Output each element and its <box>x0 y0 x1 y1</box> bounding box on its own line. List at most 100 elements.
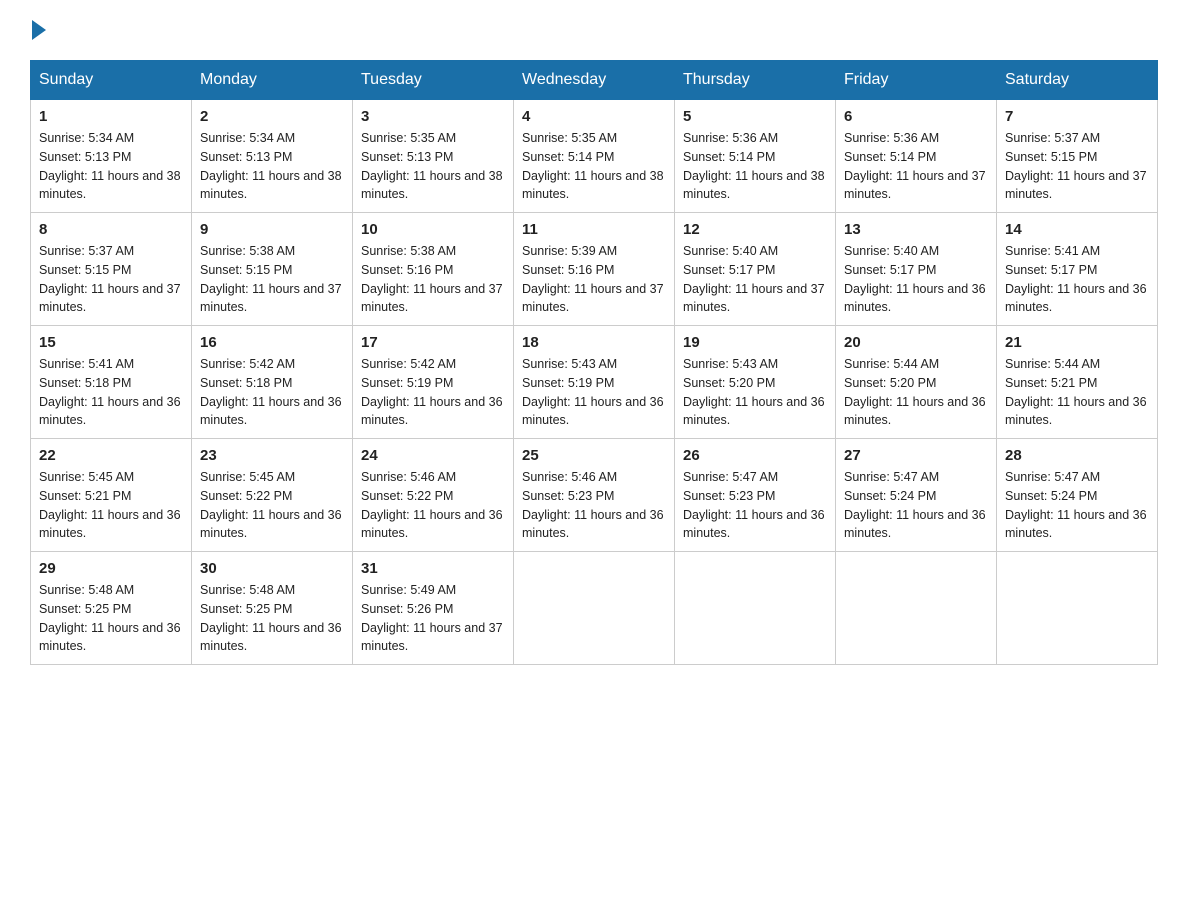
day-number: 3 <box>361 108 505 125</box>
day-info: Sunrise: 5:36 AM Sunset: 5:14 PM Dayligh… <box>844 129 988 204</box>
day-number: 6 <box>844 108 988 125</box>
day-info: Sunrise: 5:36 AM Sunset: 5:14 PM Dayligh… <box>683 129 827 204</box>
daylight-label: Daylight: <box>1005 169 1054 183</box>
day-info: Sunrise: 5:48 AM Sunset: 5:25 PM Dayligh… <box>39 581 183 656</box>
sunrise-label: Sunrise: <box>200 583 246 597</box>
sunset-label: Sunset: <box>844 150 886 164</box>
day-cell: 18 Sunrise: 5:43 AM Sunset: 5:19 PM Dayl… <box>514 326 675 439</box>
calendar-table: SundayMondayTuesdayWednesdayThursdayFrid… <box>30 60 1158 665</box>
daylight-label: Daylight: <box>361 395 410 409</box>
day-cell: 29 Sunrise: 5:48 AM Sunset: 5:25 PM Dayl… <box>31 552 192 665</box>
sunrise-label: Sunrise: <box>522 470 568 484</box>
sunset-label: Sunset: <box>844 263 886 277</box>
day-info: Sunrise: 5:34 AM Sunset: 5:13 PM Dayligh… <box>39 129 183 204</box>
sunset-label: Sunset: <box>522 150 564 164</box>
daylight-label: Daylight: <box>844 508 893 522</box>
day-number: 4 <box>522 108 666 125</box>
sunrise-label: Sunrise: <box>361 131 407 145</box>
day-cell: 22 Sunrise: 5:45 AM Sunset: 5:21 PM Dayl… <box>31 439 192 552</box>
sunset-label: Sunset: <box>1005 263 1047 277</box>
daylight-label: Daylight: <box>844 395 893 409</box>
daylight-label: Daylight: <box>39 169 88 183</box>
day-number: 22 <box>39 447 183 464</box>
sunrise-label: Sunrise: <box>200 244 246 258</box>
sunset-label: Sunset: <box>361 376 403 390</box>
sunset-label: Sunset: <box>844 376 886 390</box>
day-info: Sunrise: 5:40 AM Sunset: 5:17 PM Dayligh… <box>844 242 988 317</box>
day-info: Sunrise: 5:47 AM Sunset: 5:23 PM Dayligh… <box>683 468 827 543</box>
sunset-label: Sunset: <box>683 150 725 164</box>
daylight-label: Daylight: <box>844 282 893 296</box>
week-row-3: 15 Sunrise: 5:41 AM Sunset: 5:18 PM Dayl… <box>31 326 1158 439</box>
sunrise-label: Sunrise: <box>361 244 407 258</box>
sunrise-label: Sunrise: <box>522 244 568 258</box>
day-number: 16 <box>200 334 344 351</box>
day-cell: 10 Sunrise: 5:38 AM Sunset: 5:16 PM Dayl… <box>353 213 514 326</box>
sunset-label: Sunset: <box>200 376 242 390</box>
col-header-tuesday: Tuesday <box>353 61 514 100</box>
daylight-label: Daylight: <box>361 621 410 635</box>
logo-arrow-icon <box>32 20 46 40</box>
sunset-label: Sunset: <box>522 489 564 503</box>
col-header-wednesday: Wednesday <box>514 61 675 100</box>
col-header-monday: Monday <box>192 61 353 100</box>
daylight-label: Daylight: <box>683 169 732 183</box>
sunset-label: Sunset: <box>200 150 242 164</box>
day-info: Sunrise: 5:44 AM Sunset: 5:21 PM Dayligh… <box>1005 355 1149 430</box>
day-number: 5 <box>683 108 827 125</box>
sunrise-label: Sunrise: <box>361 357 407 371</box>
sunrise-label: Sunrise: <box>200 357 246 371</box>
sunrise-label: Sunrise: <box>522 131 568 145</box>
day-cell: 4 Sunrise: 5:35 AM Sunset: 5:14 PM Dayli… <box>514 100 675 213</box>
day-cell: 13 Sunrise: 5:40 AM Sunset: 5:17 PM Dayl… <box>836 213 997 326</box>
daylight-label: Daylight: <box>200 508 249 522</box>
day-number: 26 <box>683 447 827 464</box>
day-number: 10 <box>361 221 505 238</box>
daylight-label: Daylight: <box>522 508 571 522</box>
sunrise-label: Sunrise: <box>361 583 407 597</box>
day-info: Sunrise: 5:38 AM Sunset: 5:15 PM Dayligh… <box>200 242 344 317</box>
sunrise-label: Sunrise: <box>39 583 85 597</box>
calendar-header-row: SundayMondayTuesdayWednesdayThursdayFrid… <box>31 61 1158 100</box>
day-info: Sunrise: 5:46 AM Sunset: 5:22 PM Dayligh… <box>361 468 505 543</box>
sunset-label: Sunset: <box>39 150 81 164</box>
day-number: 13 <box>844 221 988 238</box>
day-cell <box>997 552 1158 665</box>
day-info: Sunrise: 5:43 AM Sunset: 5:20 PM Dayligh… <box>683 355 827 430</box>
sunrise-label: Sunrise: <box>361 470 407 484</box>
daylight-label: Daylight: <box>200 169 249 183</box>
logo <box>30 20 48 40</box>
sunrise-label: Sunrise: <box>683 357 729 371</box>
day-cell: 28 Sunrise: 5:47 AM Sunset: 5:24 PM Dayl… <box>997 439 1158 552</box>
daylight-label: Daylight: <box>1005 282 1054 296</box>
day-info: Sunrise: 5:37 AM Sunset: 5:15 PM Dayligh… <box>39 242 183 317</box>
col-header-thursday: Thursday <box>675 61 836 100</box>
sunrise-label: Sunrise: <box>39 131 85 145</box>
sunrise-label: Sunrise: <box>1005 470 1051 484</box>
day-number: 23 <box>200 447 344 464</box>
day-number: 1 <box>39 108 183 125</box>
day-cell: 17 Sunrise: 5:42 AM Sunset: 5:19 PM Dayl… <box>353 326 514 439</box>
sunrise-label: Sunrise: <box>39 244 85 258</box>
day-number: 9 <box>200 221 344 238</box>
day-number: 19 <box>683 334 827 351</box>
day-cell: 9 Sunrise: 5:38 AM Sunset: 5:15 PM Dayli… <box>192 213 353 326</box>
sunrise-label: Sunrise: <box>844 357 890 371</box>
day-info: Sunrise: 5:45 AM Sunset: 5:22 PM Dayligh… <box>200 468 344 543</box>
day-number: 11 <box>522 221 666 238</box>
sunrise-label: Sunrise: <box>200 470 246 484</box>
sunrise-label: Sunrise: <box>1005 131 1051 145</box>
sunset-label: Sunset: <box>200 263 242 277</box>
sunrise-label: Sunrise: <box>1005 357 1051 371</box>
sunset-label: Sunset: <box>361 150 403 164</box>
daylight-label: Daylight: <box>39 621 88 635</box>
day-cell: 19 Sunrise: 5:43 AM Sunset: 5:20 PM Dayl… <box>675 326 836 439</box>
daylight-label: Daylight: <box>1005 395 1054 409</box>
daylight-label: Daylight: <box>361 282 410 296</box>
daylight-label: Daylight: <box>200 621 249 635</box>
sunrise-label: Sunrise: <box>39 357 85 371</box>
day-info: Sunrise: 5:37 AM Sunset: 5:15 PM Dayligh… <box>1005 129 1149 204</box>
sunset-label: Sunset: <box>1005 376 1047 390</box>
day-cell: 25 Sunrise: 5:46 AM Sunset: 5:23 PM Dayl… <box>514 439 675 552</box>
day-number: 21 <box>1005 334 1149 351</box>
